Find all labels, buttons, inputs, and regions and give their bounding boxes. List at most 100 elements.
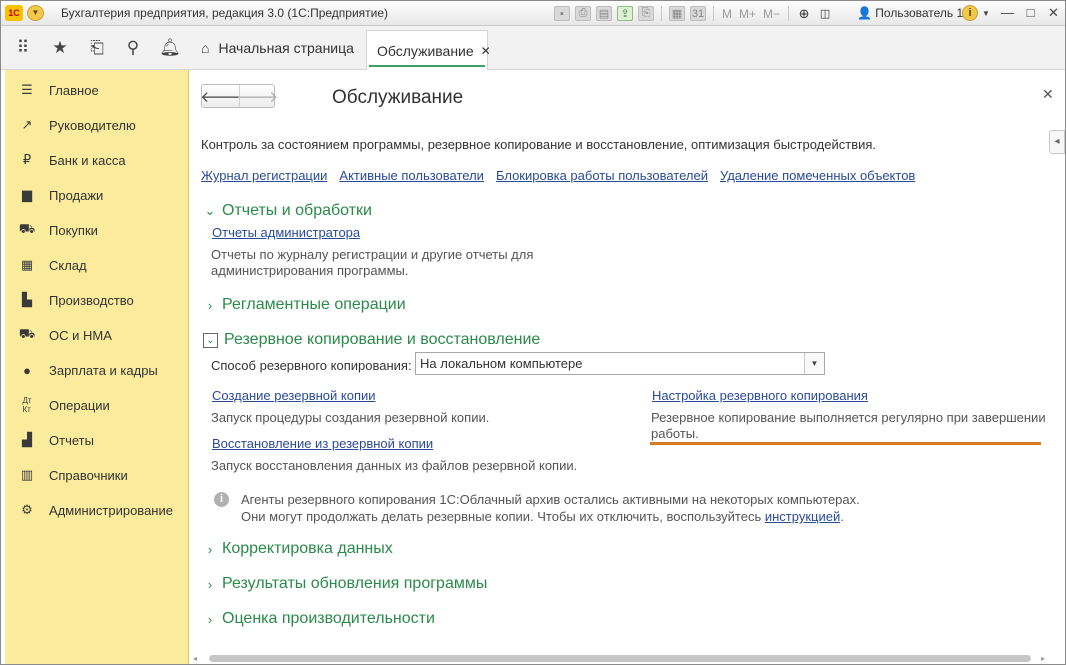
app-window: 1С ▼ Бухгалтерия предприятия, редакция 3… bbox=[0, 0, 1066, 665]
sidebar-item-label: Отчеты bbox=[49, 432, 94, 448]
zoom-icon[interactable]: ⊕ bbox=[796, 6, 812, 21]
close-window-button[interactable]: ✕ bbox=[1042, 4, 1065, 22]
dropdown-arrow-icon[interactable]: ▼ bbox=[804, 353, 824, 374]
sidebar-item-production[interactable]: ▙ Производство bbox=[19, 290, 134, 310]
sidebar-item-manager[interactable]: ↗ Руководителю bbox=[19, 115, 136, 135]
tab-close-icon[interactable]: ✕ bbox=[481, 44, 491, 58]
chevron-down-icon[interactable]: ▼ bbox=[982, 9, 990, 18]
form-close-icon[interactable]: ✕ bbox=[1042, 86, 1054, 103]
navigation-buttons: 🡐 🡒 bbox=[200, 84, 278, 108]
section-reports[interactable]: ⌄ Отчеты и обработки bbox=[203, 201, 372, 221]
history-icon[interactable]: ⎗ bbox=[87, 38, 107, 58]
sidebar-item-administration[interactable]: ⚙ Администрирование bbox=[19, 500, 173, 520]
sidebar-item-warehouse[interactable]: ▦ Склад bbox=[19, 255, 87, 275]
preview-icon[interactable]: ▤ bbox=[596, 6, 612, 21]
title-toolbar: ▪ ⎙ ▤ ⇪ ⎘ ▦ 31 M M+ M− ⊕ ◫ bbox=[554, 5, 833, 22]
section-update-results[interactable]: › Результаты обновления программы bbox=[203, 574, 488, 594]
link-admin-reports[interactable]: Отчеты администратора bbox=[212, 225, 360, 240]
person-icon: ● bbox=[23, 362, 31, 378]
link-delete-marked[interactable]: Удаление помеченных объектов bbox=[720, 168, 915, 183]
reports-description-line: Отчеты по журналу регистрации и другие о… bbox=[211, 247, 534, 262]
sidebar-item-directories[interactable]: ▥ Справочники bbox=[19, 465, 128, 485]
link-create-backup[interactable]: Создание резервной копии bbox=[212, 388, 376, 403]
toolbar-divider bbox=[788, 6, 790, 21]
back-arrow-icon[interactable]: 🡐 bbox=[200, 85, 240, 107]
form-title: Обслуживание bbox=[332, 87, 464, 108]
form-description: Контроль за состоянием программы, резерв… bbox=[201, 137, 877, 152]
sidebar-item-label: Склад bbox=[49, 257, 87, 273]
panel-icon[interactable]: ◫ bbox=[817, 6, 833, 21]
section-title: Оценка производительности bbox=[222, 610, 435, 627]
scroll-right-icon[interactable]: ▸ bbox=[1041, 654, 1045, 663]
memory-m-button[interactable]: M bbox=[721, 6, 733, 21]
book-icon: ▥ bbox=[20, 467, 34, 482]
note-text: . bbox=[840, 509, 844, 524]
info-icon[interactable]: i bbox=[962, 5, 978, 21]
sidebar-item-purchases[interactable]: ⛟ Покупки bbox=[19, 220, 98, 240]
link-instructions[interactable]: инструкцией bbox=[765, 509, 840, 524]
sidebar-item-label: Руководителю bbox=[49, 117, 136, 133]
link-active-users[interactable]: Активные пользователи bbox=[339, 168, 484, 183]
link-lock-users[interactable]: Блокировка работы пользователей bbox=[496, 168, 708, 183]
backup-method-select[interactable]: На локальном компьютере ▼ bbox=[415, 352, 825, 375]
app-logo-icon: 1С bbox=[5, 5, 23, 21]
sidebar-item-label: ОС и НМА bbox=[49, 327, 112, 343]
tab-maintenance[interactable]: Обслуживание ✕ bbox=[366, 30, 491, 70]
panel-bar: ⠿ ★ ⎗ ⚲ 🔔︎ ⌂ Начальная страница Обслужив… bbox=[1, 26, 1065, 70]
link-restore-backup[interactable]: Восстановление из резервной копии bbox=[212, 436, 433, 451]
link-event-log[interactable]: Журнал регистрации bbox=[201, 168, 327, 183]
section-title: Корректировка данных bbox=[222, 540, 393, 557]
sidebar-item-sales[interactable]: ▆ Продажи bbox=[19, 185, 103, 205]
horizontal-scrollbar[interactable]: ◂ ▸ bbox=[193, 652, 1053, 664]
section-backup[interactable]: ⌄ Резервное копирование и восстановление bbox=[203, 330, 540, 350]
sidebar-item-operations[interactable]: Дт Кт Операции bbox=[19, 395, 109, 415]
chevron-right-icon: › bbox=[207, 576, 213, 592]
tab-home-label: Начальная страница bbox=[218, 40, 354, 56]
sidebar-item-main[interactable]: ☰ Главное bbox=[19, 80, 99, 100]
sidebar-item-bank[interactable]: ₽ Банк и касса bbox=[19, 150, 126, 170]
memory-plus-button[interactable]: M+ bbox=[738, 6, 757, 21]
sidebar-item-reports[interactable]: ▟ Отчеты bbox=[19, 430, 94, 450]
search-icon[interactable]: ⚲ bbox=[123, 38, 143, 58]
main-menu-button[interactable]: ▼ bbox=[27, 5, 44, 21]
sidebar-item-salary[interactable]: ● Зарплата и кадры bbox=[19, 360, 158, 380]
scroll-left-icon[interactable]: ◂ bbox=[193, 654, 197, 663]
collapse-panel-button[interactable]: ◂ bbox=[1049, 130, 1065, 154]
trend-icon: ↗ bbox=[21, 117, 33, 132]
backup-method-value: На локальном компьютере bbox=[420, 356, 583, 371]
backup-settings-line: Резервное копирование выполняется регуля… bbox=[651, 410, 1046, 425]
scrollbar-thumb[interactable] bbox=[209, 655, 1031, 662]
section-correction[interactable]: › Корректировка данных bbox=[203, 539, 393, 559]
cart-icon: ⛟ bbox=[18, 221, 36, 236]
upload-icon[interactable]: ⇪ bbox=[617, 6, 633, 21]
sidebar-item-fixed-assets[interactable]: ⛟ ОС и НМА bbox=[19, 325, 112, 345]
section-routine[interactable]: › Регламентные операции bbox=[203, 295, 406, 315]
favorites-star-icon[interactable]: ★ bbox=[50, 38, 70, 58]
calendar-icon[interactable]: 31 bbox=[690, 6, 706, 21]
print-icon[interactable]: ⎙ bbox=[575, 6, 591, 21]
save-icon[interactable]: ▪ bbox=[554, 6, 570, 21]
section-title: Результаты обновления программы bbox=[222, 575, 488, 592]
maximize-button[interactable]: □ bbox=[1019, 4, 1042, 22]
title-bar: 1С ▼ Бухгалтерия предприятия, редакция 3… bbox=[1, 1, 1065, 26]
note-text: Они могут продолжать делать резервные ко… bbox=[241, 509, 765, 524]
dt-kt-icon: Дт Кт bbox=[22, 396, 32, 414]
link-icon[interactable]: ⎘ bbox=[638, 6, 654, 21]
gear-icon: ⚙ bbox=[21, 502, 33, 517]
current-user[interactable]: 👤 Пользователь 1 bbox=[857, 6, 963, 20]
memory-minus-button[interactable]: M− bbox=[762, 6, 781, 21]
calculator-icon[interactable]: ▦ bbox=[669, 6, 685, 21]
apps-grid-icon[interactable]: ⠿ bbox=[13, 38, 33, 58]
forward-arrow-icon[interactable]: 🡒 bbox=[238, 85, 278, 107]
toolbar-divider bbox=[661, 6, 662, 21]
sidebar-item-label: Администрирование bbox=[49, 502, 173, 518]
backup-settings-line: работы. bbox=[651, 426, 699, 441]
sidebar-item-label: Продажи bbox=[49, 187, 104, 203]
section-performance[interactable]: › Оценка производительности bbox=[203, 609, 435, 629]
minimize-button[interactable]: — bbox=[996, 4, 1019, 22]
tab-home[interactable]: ⌂ Начальная страница bbox=[189, 26, 354, 70]
bag-icon: ▆ bbox=[22, 187, 32, 202]
section-title: Резервное копирование и восстановление bbox=[224, 331, 541, 348]
notifications-bell-icon[interactable]: 🔔︎ bbox=[159, 38, 181, 58]
link-backup-settings[interactable]: Настройка резервного копирования bbox=[652, 388, 868, 403]
